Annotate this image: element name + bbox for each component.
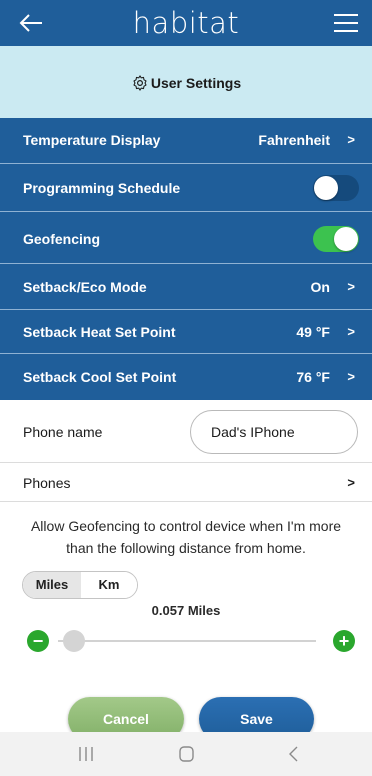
programming-schedule-row: Programming Schedule bbox=[0, 164, 372, 212]
setback-eco-value: On bbox=[310, 279, 330, 295]
plus-icon[interactable]: + bbox=[333, 630, 355, 652]
setback-cool-label: Setback Cool Set Point bbox=[23, 369, 177, 385]
page-title: User Settings bbox=[150, 75, 242, 91]
unit-miles-button[interactable]: Miles bbox=[23, 572, 81, 598]
phone-name-row: Phone name bbox=[0, 405, 372, 463]
hamburger-menu-icon[interactable] bbox=[332, 9, 360, 37]
page-title-group: User Settings bbox=[0, 74, 372, 92]
chevron-right-icon: > bbox=[347, 475, 355, 490]
temperature-display-row[interactable]: Temperature Display Fahrenheit > bbox=[0, 118, 372, 164]
distance-value: 0.057 Miles bbox=[151, 603, 221, 618]
programming-schedule-label: Programming Schedule bbox=[23, 180, 181, 196]
geofencing-toggle[interactable] bbox=[313, 226, 359, 252]
distance-unit-selector: Miles Km bbox=[22, 571, 138, 599]
setback-eco-label: Setback/Eco Mode bbox=[23, 279, 147, 295]
chevron-right-icon: > bbox=[347, 324, 355, 339]
chevron-right-icon: > bbox=[347, 132, 355, 147]
minus-icon[interactable]: − bbox=[27, 630, 49, 652]
phones-row[interactable]: Phones > bbox=[0, 464, 372, 502]
geofencing-row: Geofencing bbox=[0, 212, 372, 264]
app-logo: habitat bbox=[132, 6, 240, 40]
chevron-right-icon: > bbox=[347, 369, 355, 384]
home-icon[interactable] bbox=[174, 743, 198, 765]
setback-heat-label: Setback Heat Set Point bbox=[23, 324, 176, 340]
page-header: User Settings bbox=[0, 46, 372, 118]
setback-heat-row[interactable]: Setback Heat Set Point 49 °F > bbox=[0, 310, 372, 354]
temperature-display-label: Temperature Display bbox=[23, 132, 161, 148]
geofencing-label: Geofencing bbox=[23, 231, 101, 247]
top-app-bar: habitat bbox=[0, 0, 372, 46]
programming-schedule-toggle[interactable] bbox=[313, 175, 359, 201]
gear-icon bbox=[131, 74, 149, 92]
phone-name-input[interactable] bbox=[190, 410, 358, 454]
toggle-knob bbox=[334, 227, 358, 251]
geofence-description: Allow Geofencing to control device when … bbox=[30, 518, 342, 556]
phones-label: Phones bbox=[23, 475, 71, 491]
unit-km-button[interactable]: Km bbox=[81, 572, 137, 598]
phone-name-label: Phone name bbox=[23, 424, 103, 440]
distance-slider-track[interactable] bbox=[58, 640, 316, 642]
temperature-display-value: Fahrenheit bbox=[258, 132, 330, 148]
setback-cool-value: 76 °F bbox=[296, 369, 330, 385]
nav-back-icon[interactable] bbox=[282, 743, 306, 765]
recents-icon[interactable] bbox=[74, 743, 98, 765]
setback-heat-value: 49 °F bbox=[296, 324, 330, 340]
chevron-right-icon: > bbox=[347, 279, 355, 294]
toggle-knob bbox=[314, 176, 338, 200]
setback-eco-row[interactable]: Setback/Eco Mode On > bbox=[0, 264, 372, 310]
setback-cool-row[interactable]: Setback Cool Set Point 76 °F > bbox=[0, 354, 372, 400]
system-navigation-bar bbox=[0, 732, 372, 776]
distance-slider-thumb[interactable] bbox=[62, 630, 85, 652]
